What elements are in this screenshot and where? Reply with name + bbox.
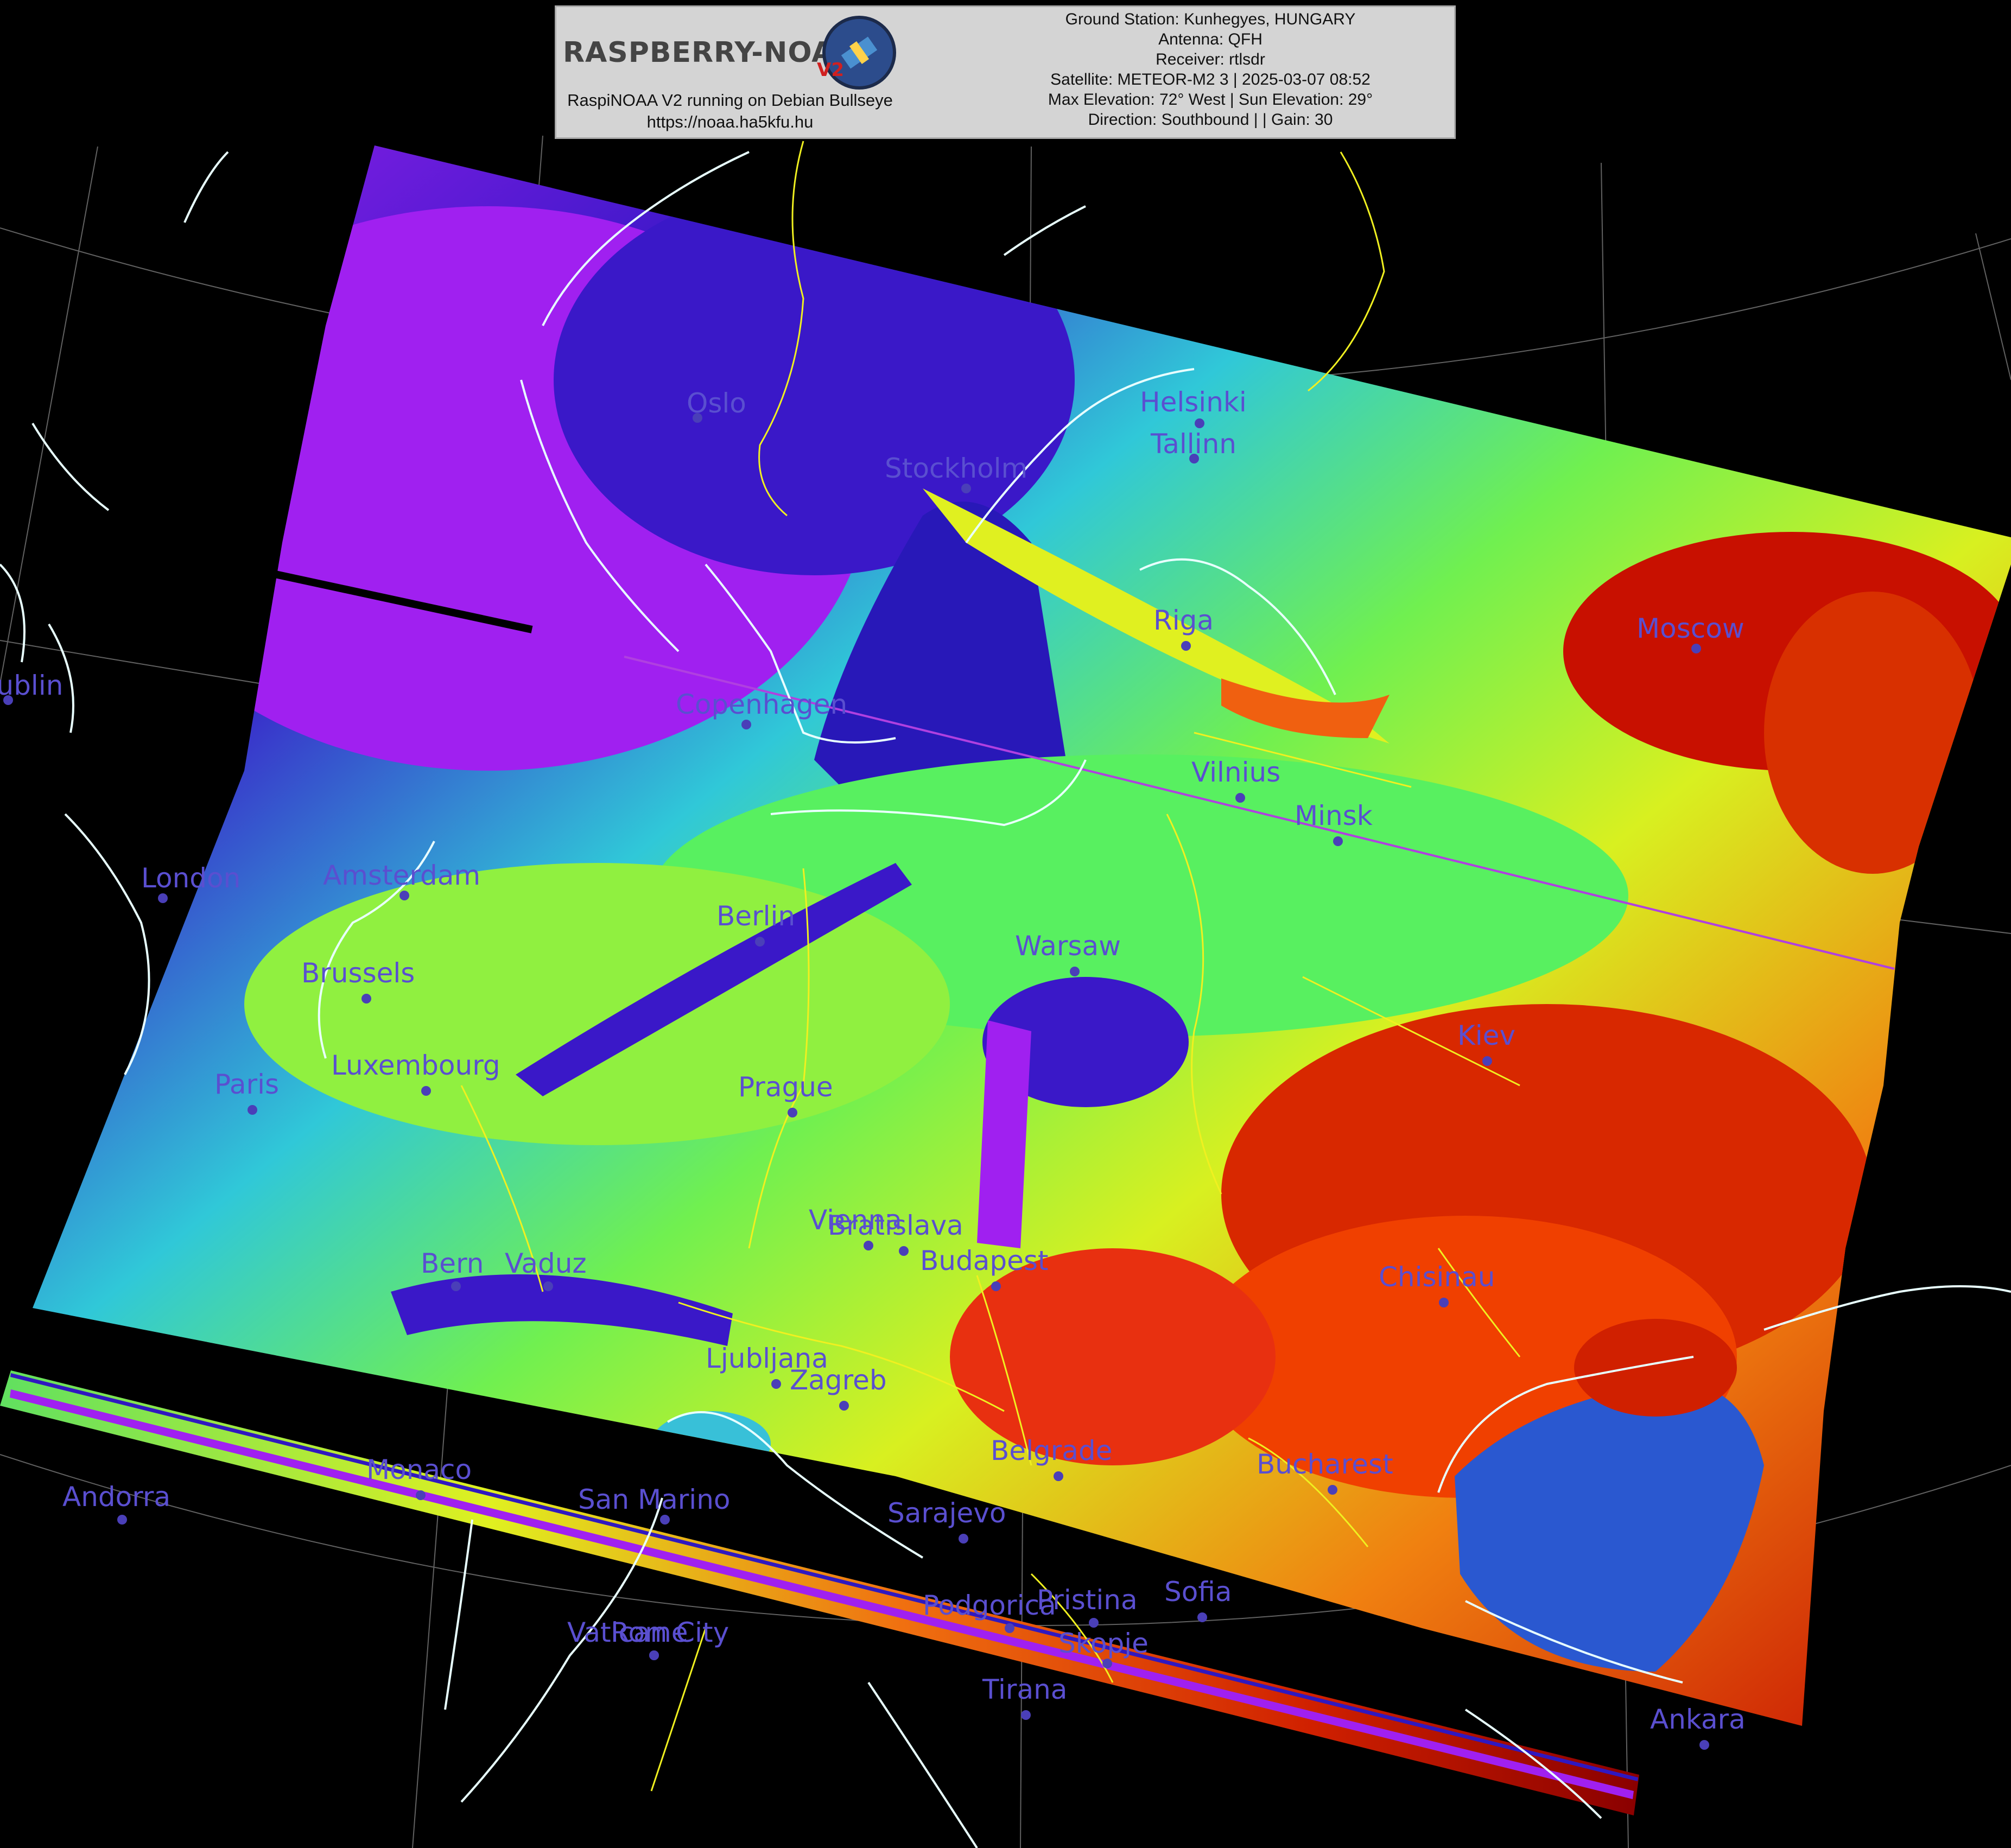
info-ground-station: Ground Station: Kunhegyes, HUNGARY bbox=[1065, 10, 1356, 28]
city-label-monaco: Monaco bbox=[366, 1454, 472, 1485]
city-dot-andorra bbox=[117, 1515, 127, 1525]
city-label-london: London bbox=[141, 862, 240, 894]
city-dot-london bbox=[158, 893, 168, 903]
city-label-moscow: Moscow bbox=[1636, 613, 1744, 644]
city-label-brussels: Brussels bbox=[301, 957, 415, 989]
city-label-tirana: Tirana bbox=[982, 1674, 1067, 1705]
info-satellite: Satellite: METEOR-M2 3 | 2025-03-07 08:5… bbox=[1050, 71, 1371, 88]
city-dot-berlin bbox=[755, 937, 765, 947]
city-dot-tirana bbox=[1021, 1710, 1031, 1720]
city-label-san-marino: San Marino bbox=[578, 1484, 730, 1515]
city-dot-amsterdam bbox=[399, 891, 409, 900]
running-text: RaspiNOAA V2 running on Debian Bullseye bbox=[567, 91, 893, 110]
city-dot-rome bbox=[649, 1650, 659, 1660]
logo-version: V2 bbox=[817, 59, 844, 81]
city-label-ankara: Ankara bbox=[1650, 1704, 1746, 1735]
city-label-rome: Rome bbox=[611, 1617, 688, 1648]
city-dot-stockholm bbox=[961, 484, 971, 493]
city-label-bern: Bern bbox=[421, 1248, 484, 1279]
city-dot-vilnius bbox=[1235, 793, 1245, 803]
city-label-luxembourg: Luxembourg bbox=[331, 1050, 500, 1081]
city-dot-bucharest bbox=[1328, 1485, 1337, 1495]
city-label-paris: Paris bbox=[214, 1069, 279, 1100]
city-dot-budapest bbox=[991, 1281, 1001, 1291]
city-dot-sarajevo bbox=[959, 1534, 968, 1544]
city-dot-bern bbox=[451, 1281, 461, 1291]
city-dot-prague bbox=[788, 1108, 797, 1117]
city-label-dublin: Dublin bbox=[0, 670, 63, 701]
city-dot-vaduz bbox=[543, 1281, 553, 1291]
city-dot-brussels bbox=[361, 994, 371, 1004]
info-antenna: Antenna: QFH bbox=[1158, 30, 1263, 48]
city-dot-minsk bbox=[1333, 836, 1343, 846]
city-dot-helsinki bbox=[1195, 418, 1204, 428]
city-dot-copenhagen bbox=[741, 720, 751, 729]
city-label-kiev: Kiev bbox=[1457, 1020, 1515, 1051]
city-label-warsaw: Warsaw bbox=[1015, 930, 1121, 962]
city-dot-kiev bbox=[1482, 1056, 1492, 1066]
city-dot-vienna bbox=[864, 1241, 873, 1250]
info-elevation: Max Elevation: 72° West | Sun Elevation:… bbox=[1048, 91, 1373, 109]
city-dot-san-marino bbox=[660, 1515, 670, 1525]
info-header: RASPBERRY-NOAA V2 RaspiNOAA V2 running o… bbox=[555, 5, 1456, 139]
city-label-minsk: Minsk bbox=[1295, 800, 1373, 831]
city-dot-ankara bbox=[1699, 1740, 1709, 1750]
city-label-prague: Prague bbox=[738, 1071, 833, 1103]
city-label-amsterdam: Amsterdam bbox=[323, 860, 480, 891]
city-label-riga: Riga bbox=[1153, 605, 1214, 636]
city-label-stockholm: Stockholm bbox=[885, 453, 1027, 484]
city-dot-chisinau bbox=[1439, 1298, 1449, 1307]
url-text: https://noaa.ha5kfu.hu bbox=[646, 112, 814, 131]
city-dot-pristina bbox=[1089, 1618, 1099, 1628]
city-dot-paris bbox=[248, 1105, 257, 1115]
city-label-bucharest: Bucharest bbox=[1257, 1449, 1393, 1480]
city-label-skopje: Skopje bbox=[1058, 1628, 1149, 1659]
city-dot-luxembourg bbox=[421, 1086, 431, 1096]
city-dot-skopje bbox=[1102, 1659, 1112, 1668]
city-label-zagreb: Zagreb bbox=[790, 1364, 887, 1396]
city-label-oslo: Oslo bbox=[687, 388, 746, 419]
info-receiver: Receiver: rtlsdr bbox=[1156, 50, 1265, 68]
info-direction: Direction: Southbound | | Gain: 30 bbox=[1088, 111, 1333, 129]
city-label-budapest: Budapest bbox=[920, 1245, 1049, 1277]
city-dot-ljubljana bbox=[771, 1379, 781, 1389]
city-label-podgorica: Podgorica bbox=[923, 1590, 1056, 1621]
pass-info: Ground Station: Kunhegyes, HUNGARY Anten… bbox=[969, 9, 1452, 130]
city-label-belgrade: Belgrade bbox=[991, 1435, 1112, 1466]
satellite-map: Oslo Helsinki Tallinn Stockholm Riga Moscow Du… bbox=[0, 135, 2011, 1848]
city-dot-podgorica bbox=[1005, 1623, 1014, 1633]
city-label-berlin: Berlin bbox=[716, 900, 795, 932]
city-dot-riga bbox=[1181, 641, 1191, 651]
city-label-sarajevo: Sarajevo bbox=[887, 1497, 1006, 1529]
city-label-chisinau: Chisinau bbox=[1379, 1261, 1495, 1293]
city-label-tallinn: Tallinn bbox=[1150, 428, 1236, 460]
city-dot-monaco bbox=[416, 1490, 426, 1500]
city-label-andorra: Andorra bbox=[62, 1481, 170, 1513]
city-label-helsinki: Helsinki bbox=[1140, 386, 1247, 418]
city-label-bratislava: Bratislava bbox=[828, 1210, 963, 1241]
city-dot-bratislava bbox=[899, 1246, 909, 1256]
city-dot-belgrade bbox=[1054, 1471, 1063, 1481]
city-dot-zagreb bbox=[839, 1401, 849, 1411]
logo-text: RASPBERRY-NOAA bbox=[563, 36, 857, 69]
city-label-vaduz: Vaduz bbox=[505, 1248, 587, 1279]
city-dot-sofia bbox=[1197, 1612, 1207, 1622]
city-label-copenhagen: Copenhagen bbox=[676, 689, 847, 720]
city-label-sofia: Sofia bbox=[1164, 1576, 1232, 1608]
city-label-vilnius: Vilnius bbox=[1191, 757, 1280, 788]
city-dot-moscow bbox=[1691, 644, 1701, 653]
city-dot-warsaw bbox=[1070, 967, 1080, 976]
